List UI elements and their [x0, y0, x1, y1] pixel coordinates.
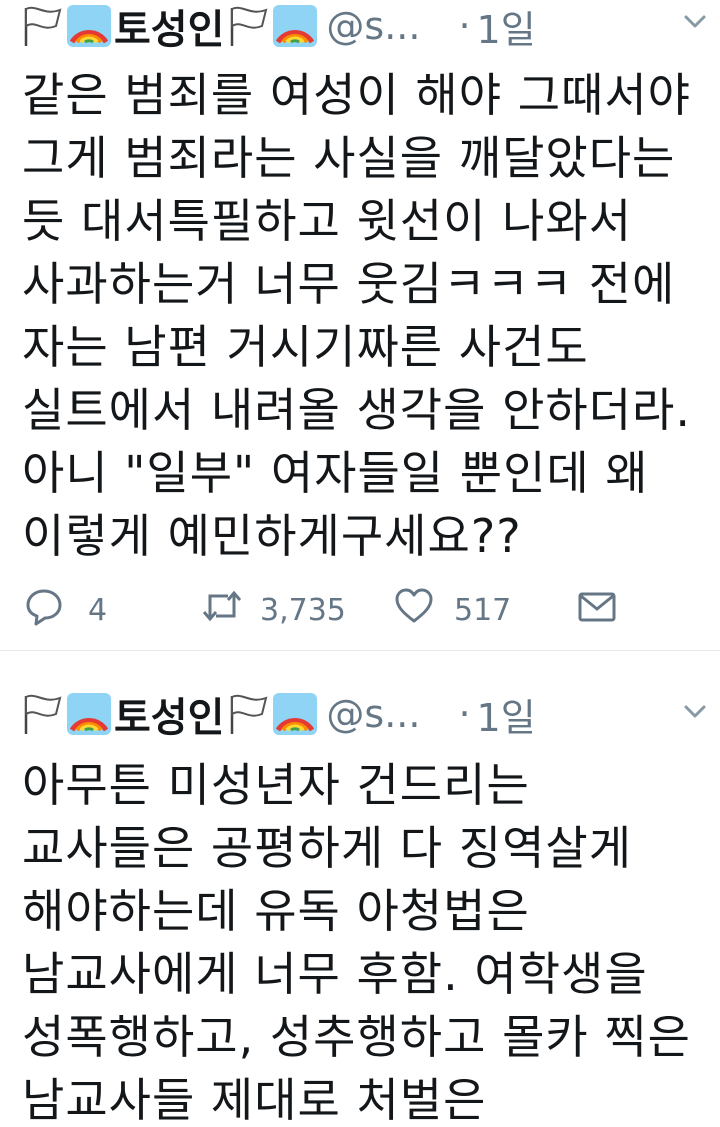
retweet-button[interactable]: 3,735 [202, 585, 346, 635]
white-flag-icon [20, 4, 66, 48]
chevron-down-icon[interactable] [680, 696, 710, 726]
direct-message-button[interactable] [577, 585, 617, 635]
tweet-actions: 4 3,735 517 [24, 585, 704, 635]
tweet[interactable]: 토성인 @s... · 1일 아무튼 미성년자 건드리는 교사들은 공평하게 다… [0, 676, 720, 1125]
tweet-text-line: 남교사들 제대로 처벌은 [22, 1073, 487, 1127]
separator-dot: · [458, 4, 471, 48]
tweet-text-line: 아니 "일부" 여자들일 뿐인데 왜 [22, 446, 649, 500]
rainbow-icon [272, 4, 318, 48]
timestamp[interactable]: 1일 [477, 687, 536, 742]
separator-dot: · [458, 692, 471, 736]
retweet-count: 3,735 [260, 592, 346, 628]
display-name[interactable]: 토성인 [114, 685, 224, 743]
rainbow-icon [272, 692, 318, 736]
rainbow-icon [66, 4, 112, 48]
tweet[interactable]: 토성인 @s... · 1일 같은 범죄를 여성이 해야 그때서야 그게 범죄라… [0, 0, 720, 650]
rainbow-icon [66, 692, 112, 736]
envelope-icon [577, 586, 617, 634]
tweet-text-line: 이렇게 예민하게구세요?? [22, 509, 522, 563]
tweet-header: 토성인 @s... · 1일 [20, 0, 710, 55]
tweet-text-line: 교사들은 공평하게 다 징역살게 [22, 821, 633, 875]
white-flag-icon [20, 692, 66, 736]
tweet-text-line: 그게 범죄라는 사실을 깨달았다는 [22, 131, 676, 185]
tweet-text-line: 자는 남편 거시기짜른 사건도 [22, 320, 589, 374]
reply-count: 4 [88, 592, 108, 628]
tweet-text-line: 듯 대서특필하고 윗선이 나와서 [22, 194, 633, 248]
tweet-text-line: 해야하는데 유독 아청법은 [22, 884, 530, 938]
tweet-text-line: 같은 범죄를 여성이 해야 그때서야 [22, 68, 691, 122]
reply-icon [24, 586, 64, 634]
timestamp[interactable]: 1일 [477, 0, 536, 54]
tweet-text-line: 아무튼 미성년자 건드리는 [22, 758, 530, 812]
tweet-divider [0, 650, 720, 677]
tweet-header: 토성인 @s... · 1일 [20, 685, 710, 743]
heart-icon [394, 586, 434, 634]
tweet-text-line: 성폭행하고, 성추행하고 몰카 찍은 [22, 1010, 691, 1064]
display-name[interactable]: 토성인 [114, 0, 224, 55]
like-button[interactable]: 517 [394, 585, 511, 635]
white-flag-icon [226, 692, 272, 736]
user-handle[interactable]: @s... [326, 4, 420, 48]
reply-button[interactable]: 4 [24, 585, 107, 635]
tweet-text-line: 사과하는거 너무 웃김ㅋㅋㅋ 전에 [22, 257, 676, 311]
tweet-text-line: 남교사에게 너무 후함. 여학생을 [22, 947, 648, 1001]
retweet-icon [202, 586, 242, 634]
like-count: 517 [454, 592, 512, 628]
user-handle[interactable]: @s... [326, 692, 420, 736]
white-flag-icon [226, 4, 272, 48]
chevron-down-icon[interactable] [680, 6, 710, 36]
tweet-text-line: 실트에서 내려올 생각을 안하더라. [22, 383, 691, 437]
